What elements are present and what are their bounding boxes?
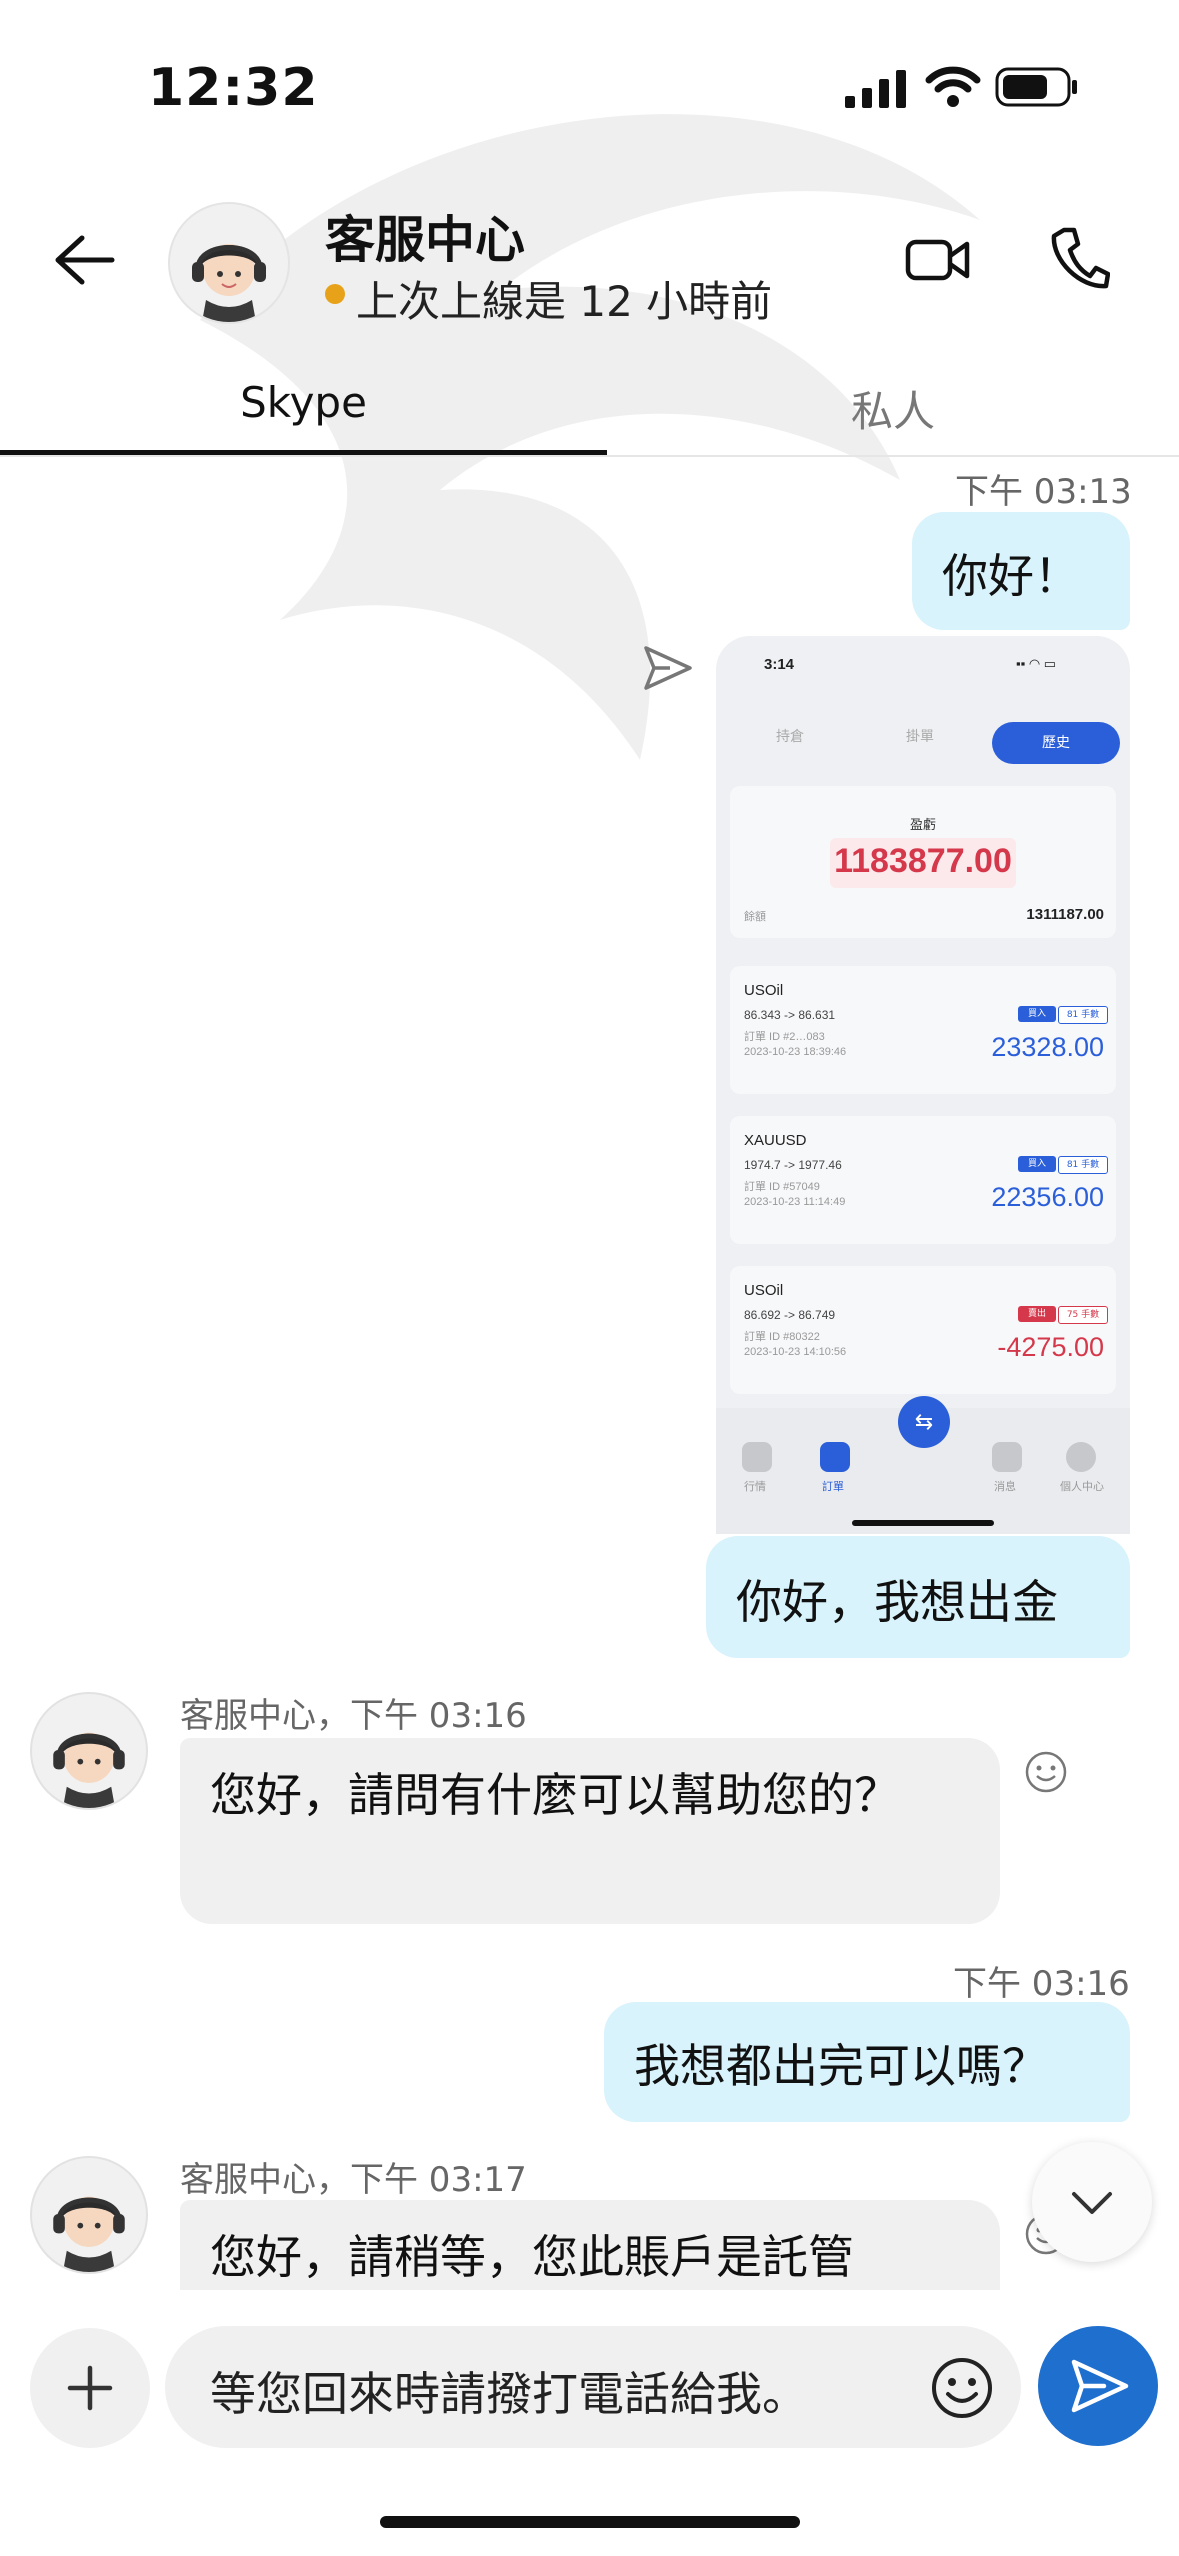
plus-icon	[67, 2365, 113, 2411]
image-attachment[interactable]: 3:14 ▪▪ ◠ ▭ 持倉 掛單 歷史 盈虧 1183877.00 餘額 13…	[716, 636, 1130, 1534]
home-indicator	[380, 2516, 800, 2528]
shot-order-date: 2023-10-23 11:14:49	[744, 1196, 846, 1208]
chevron-down-icon	[1072, 2192, 1112, 2214]
shot-nav-label: 消息	[994, 1481, 1016, 1493]
shot-home-indicator	[852, 1520, 994, 1526]
wifi-icon	[925, 66, 981, 107]
shot-nav-label: 個人中心	[1060, 1481, 1104, 1493]
send-button[interactable]	[1038, 2326, 1158, 2446]
tab-private[interactable]: 私人	[607, 378, 1179, 439]
shot-summary-card: 盈虧 1183877.00 餘額 1311187.00	[730, 786, 1116, 938]
outgoing-message[interactable]: 你好！	[912, 512, 1130, 630]
shot-order-side: 買入	[1018, 1006, 1056, 1022]
sent-status-icon	[644, 646, 692, 690]
battery-icon	[995, 67, 1077, 107]
cellular-signal-icon	[845, 70, 906, 108]
message-sender-time: 客服中心，下午 03:16	[180, 1696, 527, 1736]
support-agent-icon	[53, 2196, 125, 2272]
add-reaction-icon[interactable]	[1024, 1750, 1068, 1794]
shot-order-amount: 23328.00	[991, 1032, 1104, 1062]
back-arrow-icon[interactable]	[52, 232, 116, 288]
agent-avatar[interactable]	[30, 2156, 148, 2274]
shot-order-card: USOil 86.343 -> 86.631 訂單 ID #2…083 2023…	[730, 966, 1116, 1094]
shot-order-id: 訂單 ID #57049	[744, 1181, 820, 1193]
shot-tab-history: 歷史	[992, 722, 1120, 764]
contact-avatar[interactable]	[168, 202, 290, 324]
message-timestamp: 下午 03:13	[955, 472, 1132, 512]
shot-tab-pending: 掛單	[906, 729, 934, 745]
shot-order-id: 訂單 ID #2…083	[744, 1031, 825, 1043]
audio-call-icon[interactable]	[1050, 226, 1110, 292]
shot-nav-label: 行情	[744, 1481, 766, 1493]
contact-name: 客服中心	[325, 211, 525, 269]
shot-messages-icon	[992, 1442, 1022, 1472]
shot-nav-label: 訂單	[822, 1481, 844, 1493]
emoji-icon[interactable]	[930, 2356, 994, 2420]
agent-avatar[interactable]	[30, 1692, 148, 1810]
shot-order-amount: 22356.00	[991, 1182, 1104, 1212]
shot-time: 3:14	[764, 656, 795, 673]
shot-order-side: 買入	[1018, 1156, 1056, 1172]
video-call-icon[interactable]	[905, 232, 971, 288]
shot-order-symbol: USOil	[744, 982, 784, 999]
scroll-to-bottom-button[interactable]	[1032, 2142, 1152, 2262]
outgoing-message[interactable]: 你好，我想出金	[706, 1536, 1130, 1658]
shot-market-icon	[742, 1442, 772, 1472]
shot-profit-label: 盈虧	[909, 817, 936, 832]
outgoing-message[interactable]: 我想都出完可以嗎？	[604, 2002, 1130, 2122]
shot-order-side: 賣出	[1018, 1306, 1056, 1322]
shot-status-icons: ▪▪ ◠ ▭	[1016, 656, 1057, 671]
message-sender-time: 客服中心，下午 03:17	[180, 2160, 527, 2200]
send-icon	[1071, 2359, 1129, 2413]
shot-swap-icon: ⇆	[898, 1396, 950, 1448]
shot-order-prices: 86.692 -> 86.749	[744, 1308, 836, 1322]
incoming-message[interactable]: 您好，請問有什麼可以幫助您的？	[180, 1738, 1000, 1924]
message-timestamp: 下午 03:16	[953, 1964, 1130, 2004]
shot-order-lots: 81 手數	[1058, 1156, 1108, 1174]
shot-order-card: XAUUSD 1974.7 -> 1977.46 訂單 ID #57049 20…	[730, 1116, 1116, 1244]
shot-tab-positions: 持倉	[776, 729, 804, 745]
last-seen-status: 上次上線是 12 小時前	[356, 277, 773, 326]
shot-order-lots: 81 手數	[1058, 1006, 1108, 1024]
add-attachment-button[interactable]	[30, 2328, 150, 2448]
shot-order-prices: 1974.7 -> 1977.46	[744, 1158, 842, 1172]
shot-order-id: 訂單 ID #80322	[744, 1331, 820, 1343]
status-time: 12:32	[148, 58, 319, 118]
shot-order-symbol: XAUUSD	[744, 1132, 807, 1149]
shot-order-prices: 86.343 -> 86.631	[744, 1008, 836, 1022]
shot-order-date: 2023-10-23 18:39:46	[744, 1046, 847, 1058]
support-agent-icon	[192, 244, 266, 322]
shot-order-amount: -4275.00	[997, 1332, 1104, 1362]
shot-profit-value: 1183877.00	[834, 842, 1012, 880]
message-input-text[interactable]: 等您回來時請撥打電話給我。	[210, 2358, 808, 2424]
shot-balance-value: 1311187.00	[1026, 906, 1104, 923]
shot-order-lots: 75 手數	[1058, 1306, 1108, 1324]
shot-orders-icon	[820, 1442, 850, 1472]
tab-divider	[0, 455, 1179, 457]
tab-skype[interactable]: Skype	[0, 378, 607, 427]
shot-profile-icon	[1066, 1442, 1096, 1472]
shot-order-date: 2023-10-23 14:10:56	[744, 1346, 847, 1358]
shot-order-card: USOil 86.692 -> 86.749 訂單 ID #80322 2023…	[730, 1266, 1116, 1394]
away-status-dot	[325, 284, 345, 304]
shot-order-symbol: USOil	[744, 1282, 784, 1299]
shot-balance-label: 餘額	[744, 911, 766, 923]
support-agent-icon	[53, 1732, 125, 1808]
